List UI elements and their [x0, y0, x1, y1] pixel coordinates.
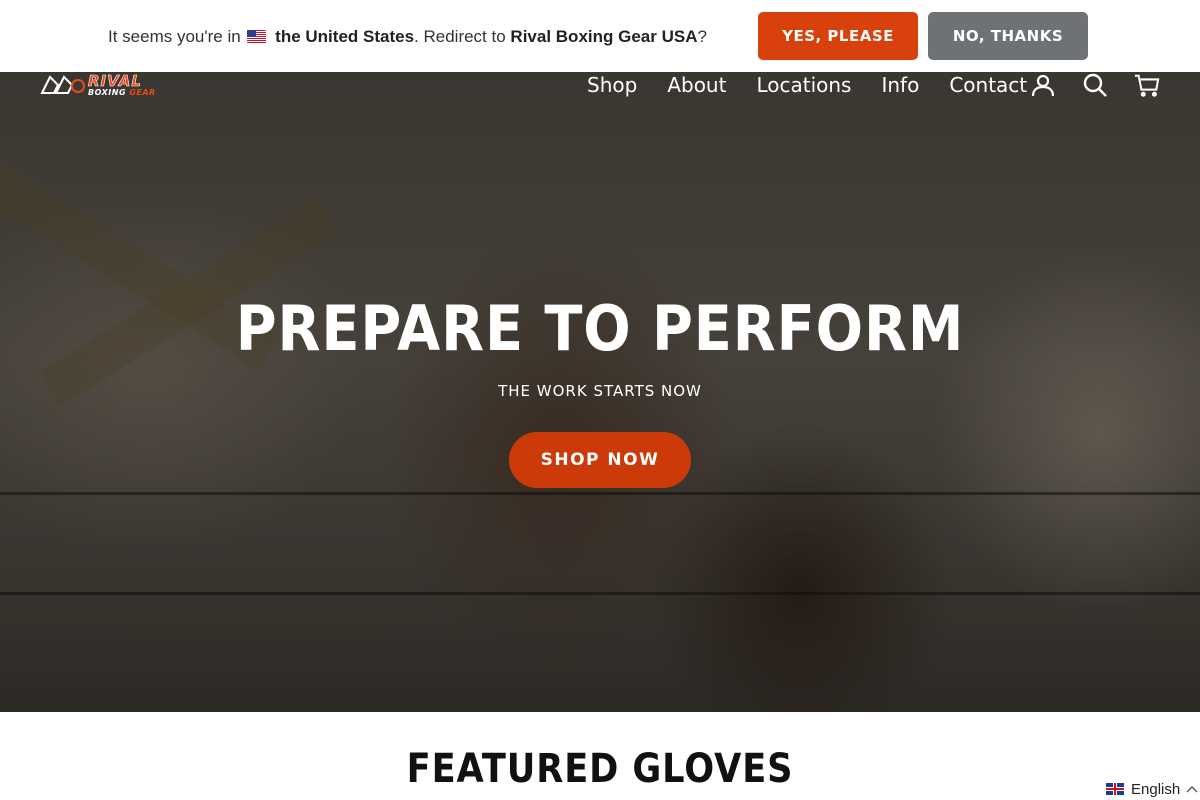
logo-wordmark: RIVAL	[88, 71, 142, 90]
redirect-country: the United States	[275, 27, 415, 46]
logo-sub-boxing: BOXING	[88, 87, 130, 97]
cart-icon[interactable]	[1134, 72, 1160, 98]
redirect-no-button[interactable]: NO, THANKS	[928, 12, 1088, 60]
hero-subtitle: THE WORK STARTS NOW	[498, 382, 702, 400]
redirect-yes-button[interactable]: YES, PLEASE	[758, 12, 918, 60]
us-flag-icon	[247, 30, 267, 43]
language-label: English	[1131, 780, 1181, 798]
redirect-prefix: It seems you're in	[108, 27, 241, 46]
logo-sub-gear: GEAR	[129, 87, 156, 97]
redirect-message: It seems you're in the United States. Re…	[108, 26, 707, 48]
hero-title: PREPARE TO PERFORM	[235, 292, 965, 365]
search-icon[interactable]	[1082, 72, 1108, 98]
language-selector[interactable]: English	[1102, 778, 1200, 800]
rival-logo-icon	[40, 75, 85, 94]
uk-flag-icon	[1106, 783, 1124, 795]
shop-now-button[interactable]: SHOP NOW	[509, 432, 691, 488]
geo-redirect-bar: It seems you're in the United States. Re…	[0, 0, 1200, 72]
site-header: RIVAL BOXING GEAR Shop About Locations I…	[0, 72, 1200, 98]
nav-shop[interactable]: Shop	[587, 72, 637, 98]
account-icon[interactable]	[1030, 72, 1056, 98]
rival-logo[interactable]: RIVAL BOXING GEAR	[40, 72, 156, 98]
redirect-store: Rival Boxing Gear USA	[510, 27, 698, 46]
redirect-middle: . Redirect to	[414, 27, 506, 46]
main-nav: Shop About Locations Info Contact	[587, 72, 1057, 98]
redirect-suffix: ?	[697, 27, 707, 46]
nav-locations[interactable]: Locations	[756, 72, 851, 98]
header-icons	[1004, 72, 1160, 98]
nav-about[interactable]: About	[667, 72, 726, 98]
nav-info[interactable]: Info	[881, 72, 919, 98]
featured-gloves-heading: FEATURED GLOVES	[406, 746, 794, 792]
chevron-up-icon	[1186, 786, 1198, 793]
